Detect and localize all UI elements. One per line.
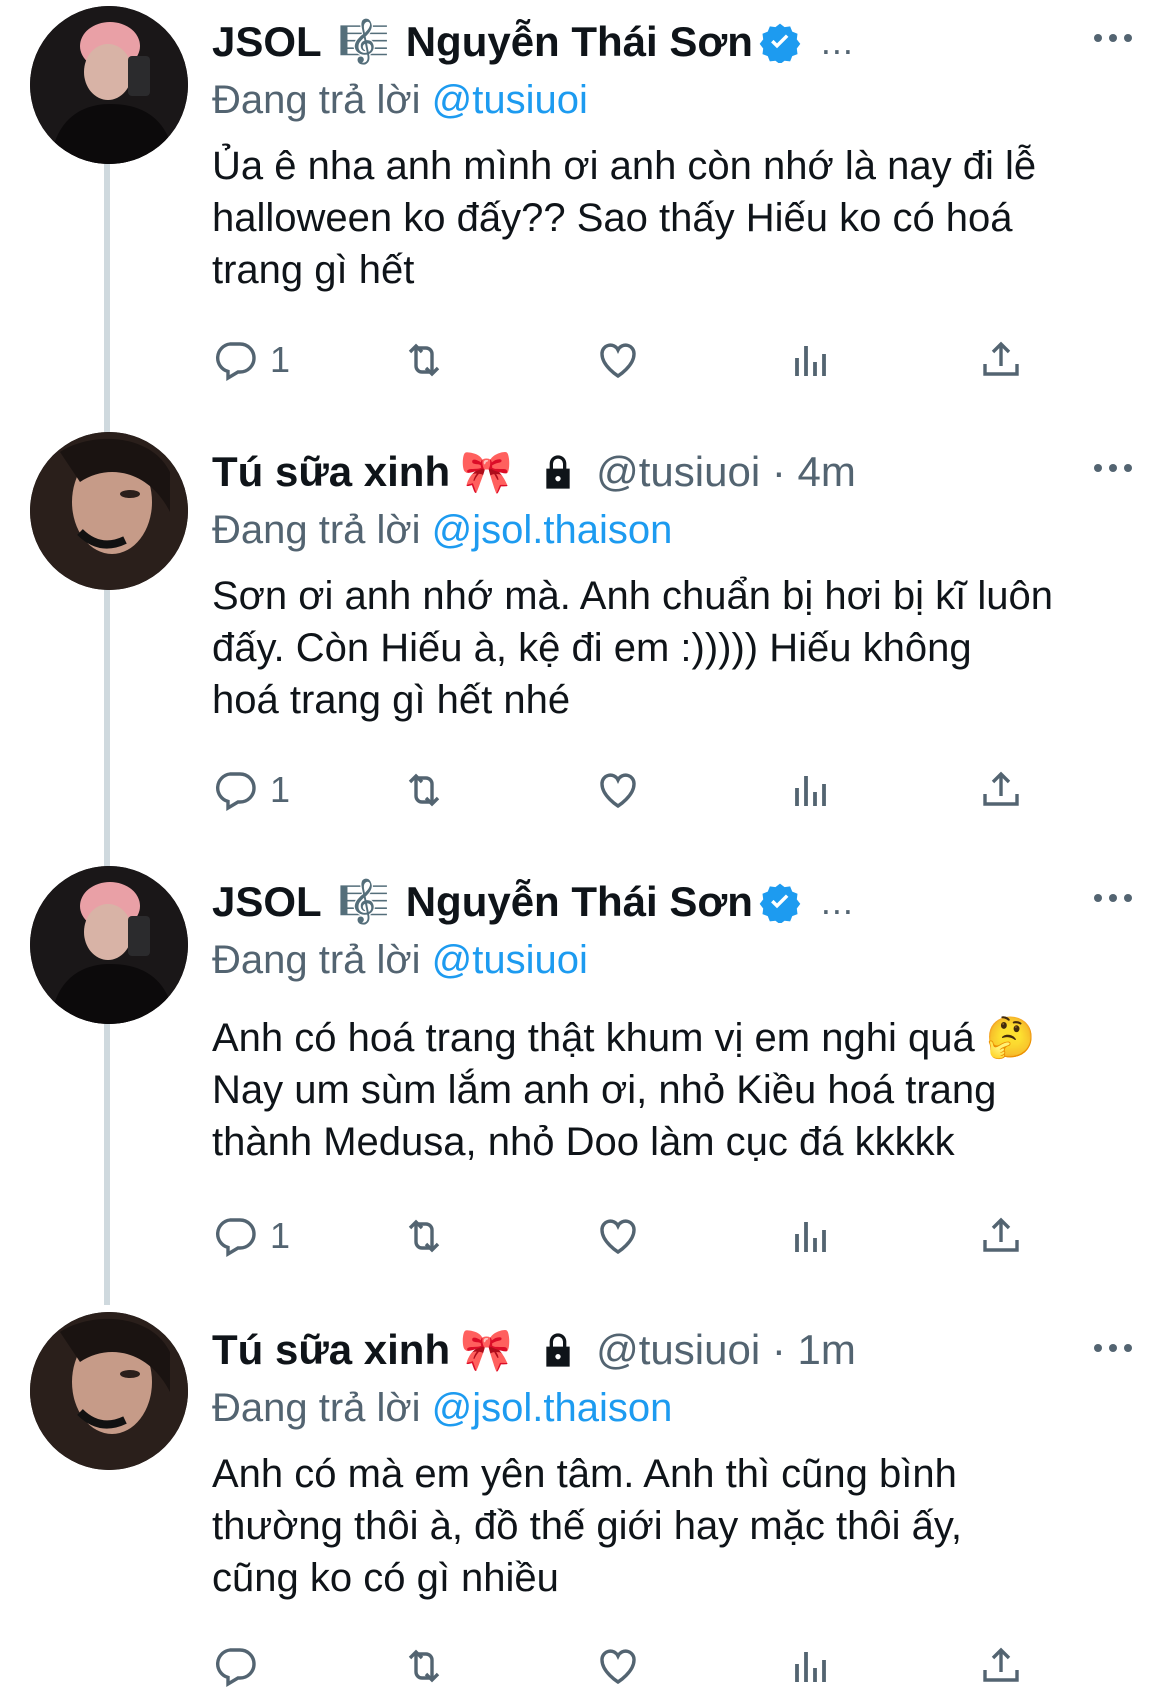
avatar[interactable]: [30, 1312, 188, 1470]
like-button[interactable]: [594, 330, 642, 390]
heart-icon: [600, 1219, 636, 1255]
retweet-icon: [408, 1649, 440, 1683]
person-avatar-icon: [30, 866, 188, 1024]
analytics-icon: [795, 1222, 826, 1252]
reply-count: 1: [270, 769, 291, 810]
more-options-button[interactable]: [1094, 894, 1132, 902]
ribbon-emoji: 🎀: [459, 1326, 513, 1373]
person-avatar-icon: [30, 6, 188, 164]
analytics-button[interactable]: [787, 1206, 835, 1266]
avatar[interactable]: [30, 866, 188, 1024]
more-options-button[interactable]: [1094, 464, 1132, 472]
more-options-button[interactable]: [1094, 1344, 1132, 1352]
person-avatar-icon: [30, 1312, 188, 1470]
reply-button[interactable]: 1: [212, 1206, 290, 1266]
like-button[interactable]: [594, 760, 642, 820]
reply-icon: [216, 342, 256, 382]
reply-icon: [216, 772, 256, 812]
replying-to-line: Đang trả lời @tusiuoi: [212, 932, 1132, 988]
retweet-icon: [408, 773, 440, 807]
reply-button[interactable]: 1: [212, 760, 290, 820]
share-button[interactable]: [977, 1206, 1025, 1266]
retweet-icon: [408, 1219, 440, 1253]
reply-count: 1: [270, 339, 291, 380]
tweet-text: Anh có hoá trang thật khum vị em nghi qu…: [212, 1016, 1036, 1164]
analytics-icon: [795, 346, 826, 376]
author-display-name[interactable]: Tú sữa xinh: [212, 444, 450, 500]
replying-to-mention[interactable]: @tusiuoi: [432, 78, 588, 122]
replying-to-mention[interactable]: @tusiuoi: [432, 938, 588, 982]
retweet-icon: [408, 343, 440, 377]
analytics-icon: [795, 1652, 826, 1682]
analytics-button[interactable]: [787, 1636, 835, 1696]
tweet-text: Sơn ơi anh nhớ mà. Anh chuẩn bị hơi bị k…: [212, 574, 1053, 722]
lock-icon: [534, 1326, 582, 1374]
replying-prefix: Đang trả lời: [212, 938, 421, 982]
ribbon-emoji: 🎀: [459, 448, 513, 495]
author-display-name[interactable]: Tú sữa xinh: [212, 1322, 450, 1378]
avatar[interactable]: [30, 6, 188, 164]
handle-and-time: @tusiuoi · 4m: [596, 448, 856, 495]
like-button[interactable]: [594, 1206, 642, 1266]
truncation-ellipsis: ...: [820, 21, 854, 62]
heart-icon: [600, 773, 636, 809]
handle-and-time: @tusiuoi · 1m: [596, 1326, 856, 1373]
tweet-text: Anh có mà em yên tâm. Anh thì cũng bình …: [212, 1452, 963, 1600]
author-full-name[interactable]: Nguyễn Thái Sơn: [406, 874, 753, 930]
reply-icon: [216, 1648, 256, 1688]
replying-to-line: Đang trả lời @jsol.thaison: [212, 502, 1132, 558]
reply-button[interactable]: 1: [212, 330, 290, 390]
author-display-name[interactable]: JSOL: [212, 874, 322, 930]
thread-connector-line: [104, 160, 110, 1305]
replying-to-line: Đang trả lời @jsol.thaison: [212, 1380, 1132, 1436]
more-options-button[interactable]: [1094, 34, 1132, 42]
verified-badge-icon: [759, 21, 801, 63]
author-full-name[interactable]: Nguyễn Thái Sơn: [406, 14, 753, 70]
replying-to-mention[interactable]: @jsol.thaison: [432, 1386, 673, 1430]
retweet-button[interactable]: [400, 760, 448, 820]
analytics-button[interactable]: [787, 760, 835, 820]
replying-to-line: Đang trả lời @tusiuoi: [212, 72, 1132, 128]
replying-prefix: Đang trả lời: [212, 78, 421, 122]
share-button[interactable]: [977, 760, 1025, 820]
share-button[interactable]: [977, 330, 1025, 390]
retweet-button[interactable]: [400, 330, 448, 390]
share-icon: [983, 771, 1019, 806]
share-button[interactable]: [977, 1636, 1025, 1696]
tweet-text: Ủa ê nha anh mình ơi anh còn nhớ là nay …: [212, 144, 1037, 292]
like-button[interactable]: [594, 1636, 642, 1696]
person-avatar-icon: [30, 432, 188, 590]
reply-button[interactable]: [212, 1636, 270, 1696]
avatar[interactable]: [30, 432, 188, 590]
replying-prefix: Đang trả lời: [212, 1386, 421, 1430]
author-display-name[interactable]: JSOL: [212, 14, 322, 70]
share-icon: [983, 1647, 1019, 1682]
reply-icon: [216, 1218, 256, 1258]
replying-prefix: Đang trả lời: [212, 508, 421, 552]
music-score-emoji: 🎼: [337, 878, 390, 925]
share-icon: [983, 341, 1019, 376]
lock-icon: [534, 448, 582, 496]
music-score-emoji: 🎼: [337, 18, 390, 65]
replying-to-mention[interactable]: @jsol.thaison: [432, 508, 673, 552]
heart-icon: [600, 343, 636, 379]
verified-badge-icon: [759, 881, 801, 923]
analytics-button[interactable]: [787, 330, 835, 390]
heart-icon: [600, 1649, 636, 1685]
retweet-button[interactable]: [400, 1636, 448, 1696]
retweet-button[interactable]: [400, 1206, 448, 1266]
analytics-icon: [795, 776, 826, 806]
truncation-ellipsis: ...: [820, 881, 854, 922]
share-icon: [983, 1217, 1019, 1252]
reply-count: 1: [270, 1215, 291, 1256]
